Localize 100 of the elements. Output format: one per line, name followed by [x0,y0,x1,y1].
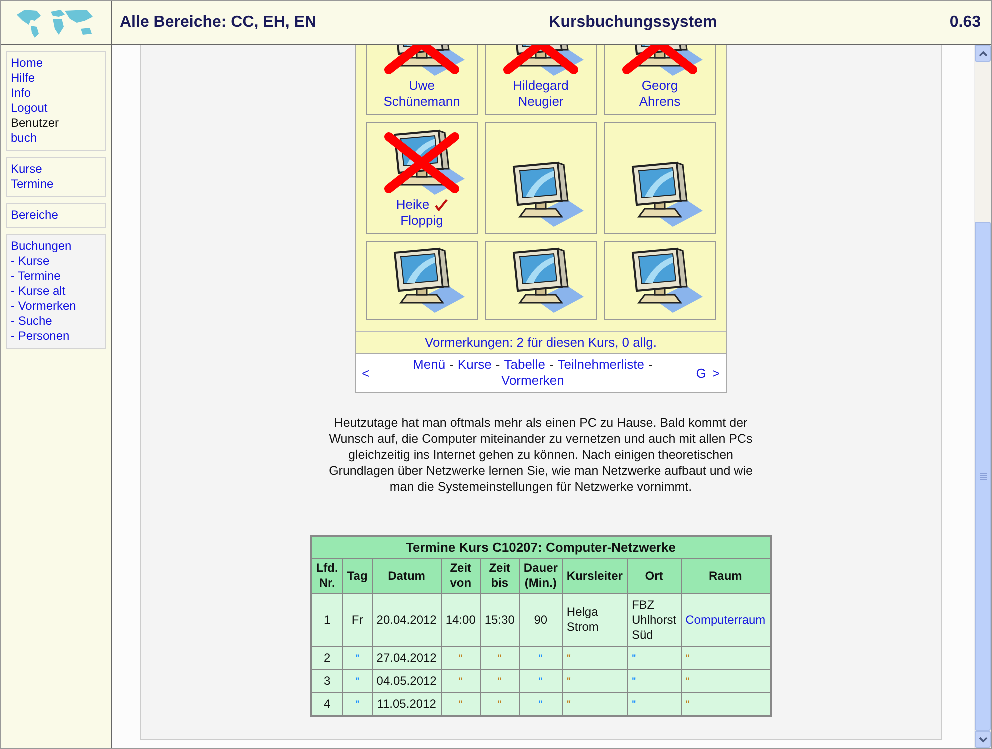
participant-name: Floppig [400,213,444,229]
ditto-mark: " [632,676,636,686]
ditto-mark: " [566,653,572,663]
chevron-down-icon [978,736,988,742]
ditto-mark: " [498,653,502,663]
nav-link[interactable]: Teilnehmerliste [558,357,644,373]
sidebar-link[interactable]: Hilfe [11,71,101,86]
ditto-mark: " [566,676,572,686]
nav-link[interactable]: Menü [413,357,446,373]
participant-name: Schünemann [384,94,460,110]
sidebar-link[interactable]: buch [11,131,101,146]
ditto-mark: " [538,676,544,686]
seat-cell[interactable] [604,122,716,234]
ditto-mark: " [355,676,360,686]
course-description: Heutzutage hat man oftmals mehr als einen PC zu Hause. Bald kommt der Wunsch auf, die Computer miteinander zu vernetzen und auch mit allen PCs gleichzeitig ins Internet gehen zu können. Nach einigen theoretischen Grundlagen über Netzwerke lernen Sie, wie man Netzwerke aufbaut und wie man die Systemeinstellungen für Netzwerke vornimmt. [328,415,754,495]
separator-text: - [648,357,653,373]
participant-name: Hildegard [513,78,569,94]
scroll-down-button[interactable] [975,731,991,748]
ditto-mark: " [458,699,463,709]
sidebar-link[interactable]: Logout [11,101,101,116]
sidebar-link[interactable]: Info [11,86,101,101]
ditto-mark: " [355,653,360,663]
scrollbar-thumb[interactable] [975,222,991,731]
table-cell: 90 [519,594,562,646]
table-cell: 3 [311,670,343,692]
seat-cell[interactable]: Heike Floppig [366,122,478,234]
table-cell: 4 [311,692,343,716]
participant-name: Neugier [518,94,564,110]
seat-cell[interactable] [604,241,716,320]
table-cell: 2 [311,646,343,670]
column-header: Kursleiter [562,558,628,594]
app-title: Kursbuchungssystem [549,14,718,32]
table-cell: FBZ Uhlhorst Süd [627,594,682,646]
seat-cell[interactable]: Georg Ahrens [604,45,716,115]
nav-link[interactable]: Tabelle [504,357,546,373]
seat-cell[interactable]: Hildegard Neugier [485,45,597,115]
ditto-mark: " [686,653,690,663]
column-header: Raum [681,558,771,594]
ditto-mark: " [632,699,636,709]
sidebar-link[interactable]: - Vormerken [11,299,101,314]
ditto-mark: " [498,699,502,709]
participant-name: Heike [396,197,430,213]
ditto-mark: " [538,653,544,663]
table-cell: 14:00 [441,594,480,646]
ditto-mark: " [355,699,360,709]
sidebar-link[interactable]: - Suche [11,314,101,329]
seat-cell[interactable] [485,122,597,234]
ditto-mark: " [538,699,544,709]
scroll-up-button[interactable] [975,45,991,62]
seat-cell[interactable]: Uwe Schünemann [366,45,478,115]
table-cell: 04.05.2012 [372,670,442,692]
nav-link[interactable]: Vormerken [502,373,564,389]
table-cell: 1 [311,594,343,646]
nav-link[interactable]: Kurse [458,357,492,373]
participant-name: Ahrens [639,94,681,110]
next-link[interactable]: > [712,366,720,380]
table-cell: 11.05.2012 [372,692,442,716]
table-cell: Fr [342,594,372,646]
table-cell: 20.04.2012 [372,594,442,646]
ditto-mark: " [686,699,690,709]
ditto-mark: " [458,676,463,686]
table-cell: Helga Strom [562,594,628,646]
seat-cell[interactable] [485,241,597,320]
separator-text: - [496,357,500,373]
column-header: Ort [627,558,682,594]
table-cell: 27.04.2012 [372,646,442,670]
column-header: Lfd. Nr. [311,558,343,594]
column-header: Zeit bis [480,558,520,594]
sidebar-link[interactable]: - Kurse [11,254,101,269]
ditto-mark: " [458,653,463,663]
table-title: Termine Kurs C10207: Computer-Netzwerke [311,536,771,558]
sidebar-link[interactable]: Kurse [11,162,101,177]
scope-title: Alle Bereiche: CC, EH, EN [120,14,316,32]
column-header: Zeit von [441,558,480,594]
column-header: Datum [372,558,442,594]
cross-mark-icon [383,131,461,195]
sidebar-link[interactable]: - Termine [11,269,101,284]
participant-name: Georg [642,78,678,94]
sidebar-link[interactable]: Bereiche [11,208,101,223]
seat-cell[interactable] [366,241,478,320]
separator-text: - [549,357,554,373]
sidebar-label: Benutzer [11,116,60,131]
letter-link[interactable]: G [696,366,706,380]
previous-link[interactable]: < [362,366,370,380]
chevron-up-icon [978,50,988,56]
ditto-mark: " [498,676,502,686]
sidebar-link[interactable]: - Kurse alt [11,284,101,299]
sidebar-link[interactable]: Termine [11,177,101,192]
column-header: Tag [342,558,372,594]
column-header: Dauer (Min.) [519,558,562,594]
sidebar-link[interactable]: Buchungen [11,239,101,254]
table-cell: 15:30 [480,594,520,646]
ditto-mark: " [632,653,636,663]
sidebar-link[interactable]: - Personen [11,329,101,344]
grip-icon [980,472,986,480]
ditto-mark: " [686,676,690,686]
separator-text: - [450,357,454,373]
sidebar-link[interactable]: Home [11,56,101,71]
ditto-mark: " [566,699,572,709]
version-number: 0.63 [950,14,981,32]
